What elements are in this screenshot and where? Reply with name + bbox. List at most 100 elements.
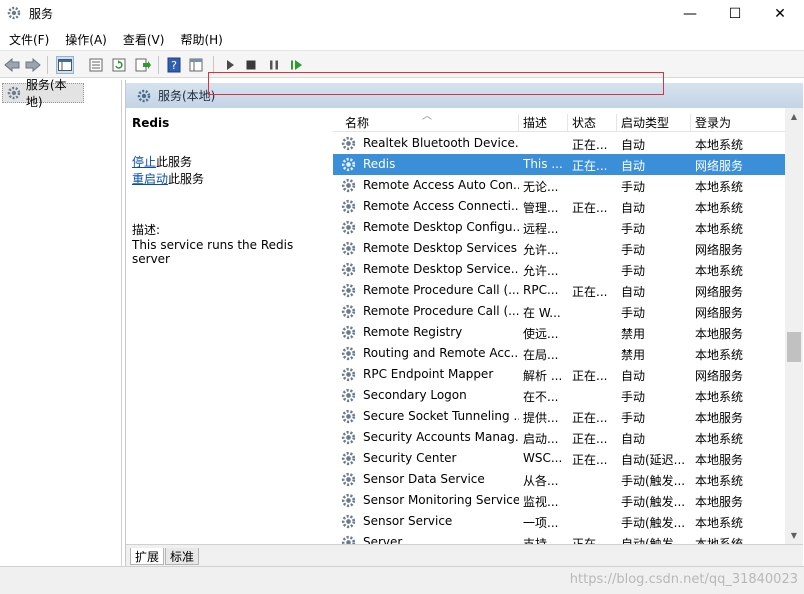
service-gear-icon	[341, 346, 356, 361]
title-bar: 服务 — ☐ ✕	[0, 0, 804, 28]
restart-service-link[interactable]: 重启动	[132, 172, 168, 186]
start-icon[interactable]	[221, 56, 239, 74]
minimize-button[interactable]: —	[667, 0, 713, 28]
service-description-cell: WSC...	[523, 451, 563, 465]
column-header-description[interactable]: 描述	[519, 114, 568, 132]
service-startup-cell: 手动	[621, 306, 646, 320]
service-gear-icon	[341, 514, 356, 529]
table-row[interactable]: Remote Desktop Configu... 远程... 手动 本地系统	[333, 217, 785, 238]
menu-help[interactable]: 帮助(H)	[171, 28, 229, 50]
service-logon-cell: 本地服务	[695, 495, 744, 509]
menu-file[interactable]: 文件(F)	[0, 28, 56, 50]
table-row[interactable]: Remote Desktop Services 允许... 手动 网络服务	[333, 238, 785, 259]
table-row[interactable]: Sensor Data Service 从各... 手动(触发... 本地系统	[333, 469, 785, 490]
list-header: ︿ 名称 描述 状态 启动类型 登录为	[333, 108, 785, 132]
table-row[interactable]: Remote Procedure Call (... 在 W... 手动 网络服务	[333, 301, 785, 322]
table-row[interactable]: Remote Desktop Service... 允许... 手动 本地系统	[333, 259, 785, 280]
column-header-status[interactable]: 状态	[568, 114, 617, 132]
maximize-button[interactable]: ☐	[712, 0, 758, 28]
service-logon-cell: 本地系统	[695, 474, 744, 488]
menu-action[interactable]: 操作(A)	[56, 28, 114, 50]
service-logon-cell: 本地系统	[695, 432, 744, 446]
table-row[interactable]: Remote Procedure Call (... RPC... 正在... 自动 网…	[333, 280, 785, 301]
pause-icon[interactable]	[265, 56, 283, 74]
restart-icon[interactable]	[288, 56, 306, 74]
service-description-cell: 解析 ...	[523, 369, 563, 383]
table-row[interactable]: Redis This ... 正在... 自动 网络服务	[333, 154, 785, 175]
table-row[interactable]: Sensor Service 一项... 手动(触发... 本地系统	[333, 511, 785, 532]
forward-icon[interactable]	[24, 56, 42, 74]
table-row[interactable]: Security Center WSC... 正在... 自动(延迟... 本地服务	[333, 448, 785, 469]
column-header-name[interactable]: 名称	[341, 114, 519, 132]
toolbar-separator	[158, 56, 159, 74]
export-icon[interactable]	[134, 56, 152, 74]
column-header-startup-type[interactable]: 启动类型	[617, 114, 691, 132]
scroll-down-icon[interactable]: ▼	[785, 527, 803, 544]
back-icon[interactable]	[3, 56, 21, 74]
table-row[interactable]: Server 支持... 正在... 自动(触发... 本地系统	[333, 532, 785, 544]
table-row[interactable]: Sensor Monitoring Service 监视... 手动(触发... 本地…	[333, 490, 785, 511]
vertical-scrollbar[interactable]: ▲ ▼	[785, 108, 803, 544]
table-row[interactable]: Remote Registry 使远... 禁用 本地服务	[333, 322, 785, 343]
table-row[interactable]: Remote Access Connecti... 管理... 正在... 自动 本地系…	[333, 196, 785, 217]
tab-extended[interactable]: 扩展	[130, 548, 165, 565]
service-description-cell: 从各...	[523, 474, 559, 488]
service-name-cell: Redis	[363, 157, 396, 171]
service-logon-cell: 本地服务	[695, 453, 744, 467]
service-logon-cell: 网络服务	[695, 159, 744, 173]
pane-header: 服务(本地)	[126, 83, 803, 108]
service-name-cell: Remote Procedure Call (...	[363, 283, 519, 297]
service-startup-cell: 手动	[621, 411, 646, 425]
service-gear-icon	[341, 493, 356, 508]
tab-standard[interactable]: 标准	[165, 548, 200, 565]
table-row[interactable]: Secure Socket Tunneling ... 提供... 正在... 手动 本…	[333, 406, 785, 427]
list-rows: Realtek Bluetooth Device... 正在... 自动 本地系统 Re…	[333, 133, 785, 544]
tree-item-services-local[interactable]: 服务(本地)	[2, 78, 84, 109]
service-description-panel: Redis 停止此服务 重启动此服务 描述: This service runs…	[126, 108, 331, 544]
help-icon[interactable]: ?	[165, 56, 183, 74]
service-description-cell: 允许...	[523, 264, 559, 278]
refresh-icon[interactable]	[110, 56, 128, 74]
service-startup-cell: 手动(触发...	[621, 516, 686, 530]
table-row[interactable]: Security Accounts Manag... 启动... 正在... 自动 本地…	[333, 427, 785, 448]
description-text: This service runs the Redis server	[132, 238, 294, 266]
table-row[interactable]: Secondary Logon 在不... 手动 本地系统	[333, 385, 785, 406]
service-startup-cell: 自动	[621, 369, 646, 383]
service-status-cell: 正在...	[572, 432, 608, 446]
service-logon-cell: 本地系统	[695, 138, 744, 152]
service-description-cell: 在局...	[523, 348, 559, 362]
service-startup-cell: 自动	[621, 159, 646, 173]
service-description-cell: 支持...	[523, 537, 559, 544]
service-status-cell: 正在...	[572, 537, 608, 544]
service-startup-cell: 手动	[621, 243, 646, 257]
table-row[interactable]: Realtek Bluetooth Device... 正在... 自动 本地系统	[333, 133, 785, 154]
view-icon[interactable]	[187, 56, 205, 74]
stop-icon[interactable]	[242, 56, 260, 74]
service-description-cell: RPC...	[523, 283, 559, 297]
stop-action: 停止此服务	[132, 153, 192, 170]
properties-icon[interactable]	[87, 56, 105, 74]
table-row[interactable]: Remote Access Auto Con... 无论... 手动 本地系统	[333, 175, 785, 196]
service-gear-icon	[341, 472, 356, 487]
service-logon-cell: 本地系统	[695, 180, 744, 194]
table-row[interactable]: RPC Endpoint Mapper 解析 ... 正在... 自动 网络服务	[333, 364, 785, 385]
table-row[interactable]: Routing and Remote Acc... 在局... 禁用 本地系统	[333, 343, 785, 364]
view-tabs: 扩展 标准	[126, 544, 803, 566]
scroll-thumb[interactable]	[787, 332, 801, 362]
services-gear-icon	[7, 6, 21, 20]
service-logon-cell: 本地系统	[695, 390, 744, 404]
service-startup-cell: 手动	[621, 180, 646, 194]
close-button[interactable]: ✕	[757, 0, 803, 28]
service-gear-icon	[341, 325, 356, 340]
service-startup-cell: 自动	[621, 138, 646, 152]
service-startup-cell: 自动	[621, 201, 646, 215]
service-description-cell: 启动...	[523, 432, 559, 446]
column-header-logon-as[interactable]: 登录为	[691, 114, 785, 132]
service-description-cell: 在不...	[523, 390, 559, 404]
service-name-cell: Routing and Remote Acc...	[363, 346, 519, 360]
console-tree-icon[interactable]	[56, 56, 74, 74]
stop-service-link[interactable]: 停止	[132, 155, 156, 169]
service-startup-cell: 自动	[621, 285, 646, 299]
menu-view[interactable]: 查看(V)	[114, 28, 172, 50]
scroll-up-icon[interactable]: ▲	[785, 108, 803, 125]
